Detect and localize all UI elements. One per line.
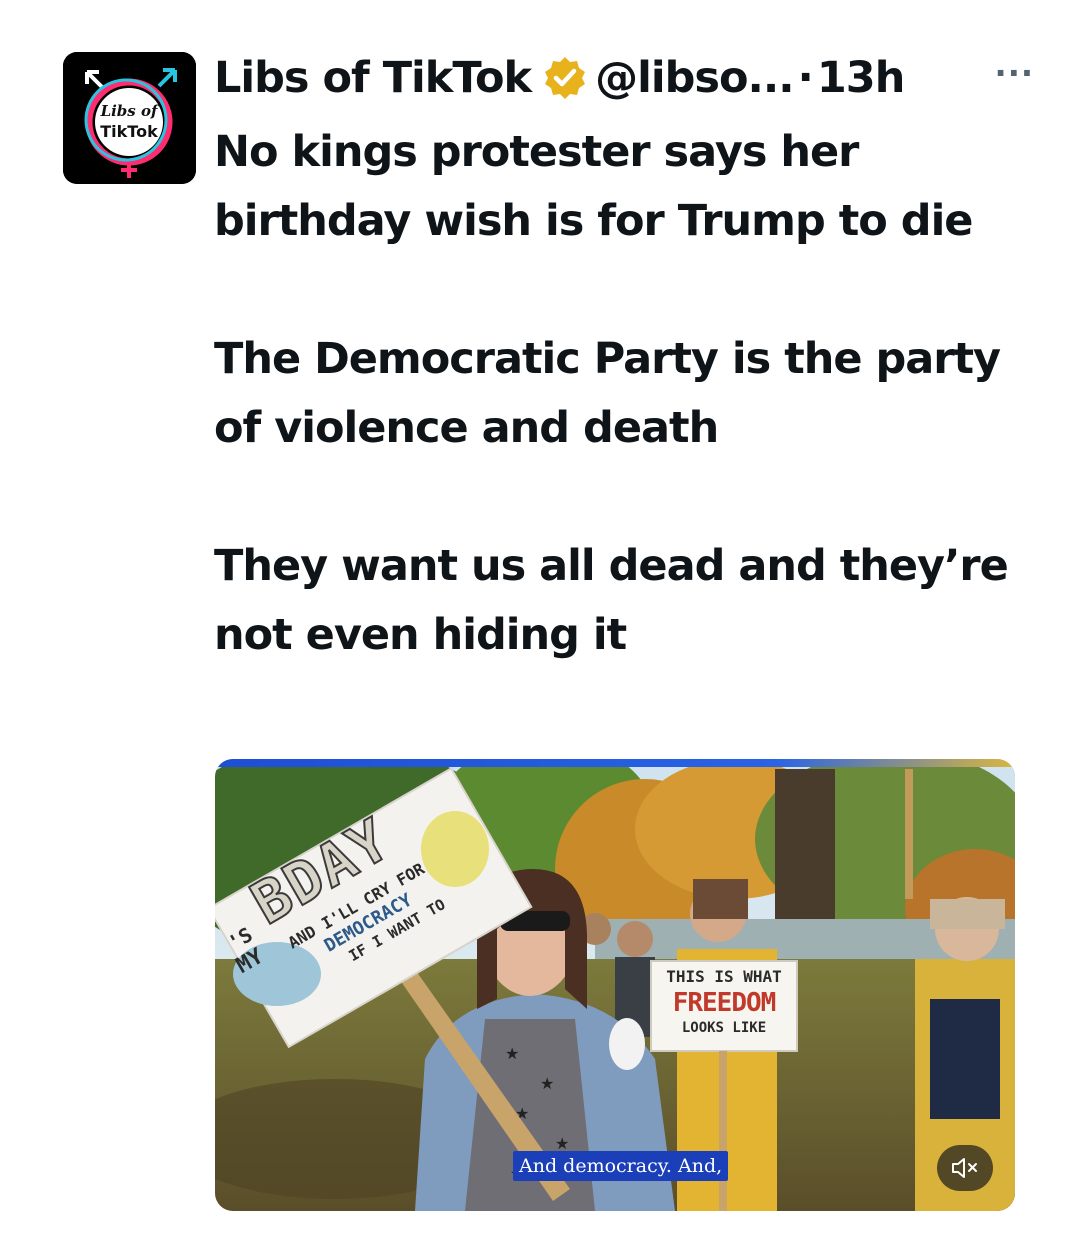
author-display-name[interactable]: Libs of TikTok <box>214 53 532 103</box>
svg-text:★: ★ <box>540 1074 554 1093</box>
author-avatar[interactable]: Libs of TikTok <box>63 52 196 184</box>
sign-right-text: THIS IS WHAT FREEDOM LOOKS LIKE <box>651 961 797 1051</box>
speaker-muted-icon <box>950 1155 980 1181</box>
tweet-paragraph: The Democratic Party is the party of vio… <box>214 334 1001 453</box>
tweet-video[interactable]: ★ ★ ★ ★ ★ 'S MY BDAY AND I'LL CRY FOR DE… <box>215 759 1015 1211</box>
svg-text:★: ★ <box>505 1044 519 1063</box>
tweet-text: No kings protester says her birthday wis… <box>214 118 1014 670</box>
avatar-label-line1: Libs of <box>100 102 160 120</box>
tweet-header: Libs of TikTok @libso... · 13h ··· <box>214 48 1034 108</box>
mute-toggle-button[interactable] <box>937 1145 993 1191</box>
more-options-icon[interactable]: ··· <box>995 54 1034 92</box>
tweet-timestamp[interactable]: 13h <box>817 53 905 103</box>
tweet-paragraph: They want us all dead and they’re not ev… <box>214 541 1009 660</box>
sign-right-line3: LOOKS LIKE <box>681 1020 767 1036</box>
avatar-label-line2: TikTok <box>100 122 158 141</box>
video-caption: And democracy. And, <box>513 1151 729 1181</box>
tweet-paragraph: No kings protester says her birthday wis… <box>214 127 973 246</box>
header-separator: · <box>797 53 814 103</box>
sign-right-line2: FREEDOM <box>672 988 777 1018</box>
author-handle[interactable]: @libso... <box>595 53 794 103</box>
sign-right-line1: THIS IS WHAT <box>666 967 782 986</box>
verified-badge-icon[interactable] <box>541 54 589 102</box>
